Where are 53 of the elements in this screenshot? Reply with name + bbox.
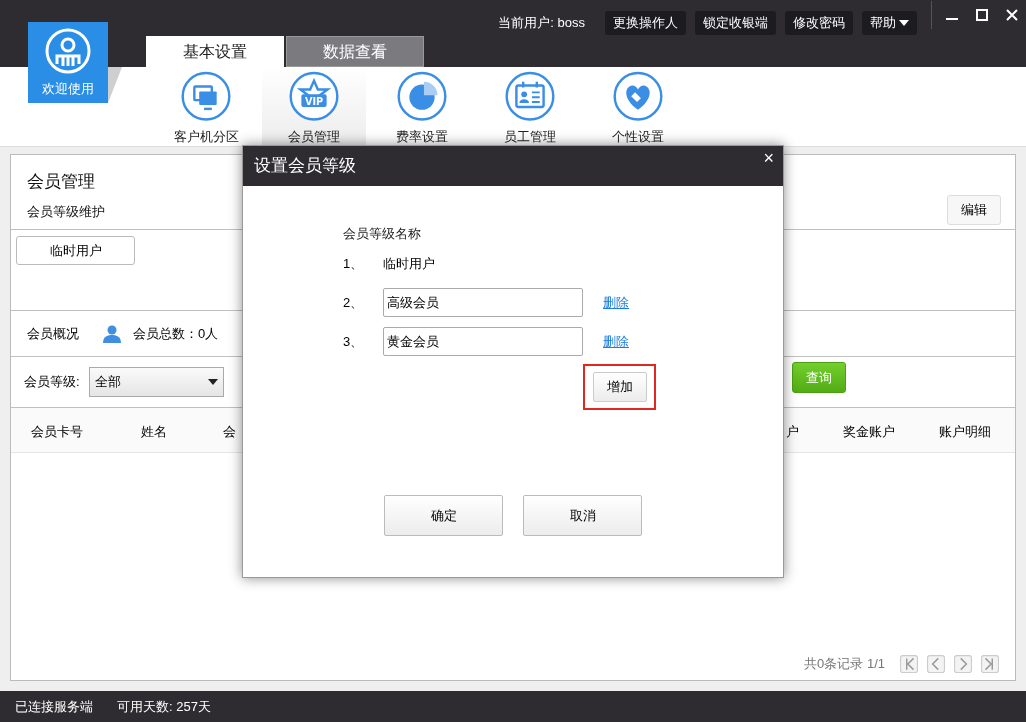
vip-label: VIP	[304, 96, 324, 107]
level-button[interactable]: 临时用户	[16, 236, 135, 265]
ok-button[interactable]: 确定	[384, 495, 503, 536]
row-number: 2、	[343, 293, 365, 312]
logo-text: 欢迎使用	[42, 80, 94, 98]
status-text: 可用天数: 257天	[117, 697, 211, 716]
column-header: 姓名	[141, 423, 167, 441]
status-text: 已连接服务端	[15, 697, 93, 716]
current-user-label: 当前用户: boss	[498, 14, 585, 33]
level-dropdown[interactable]: 全部	[88, 367, 224, 397]
edit-button[interactable]: 编辑	[947, 195, 1001, 225]
overview-label: 会员概况	[27, 324, 79, 343]
next-page-icon[interactable]	[954, 655, 972, 673]
column-label: 会员等级名称	[343, 225, 422, 243]
first-page-icon[interactable]	[900, 655, 918, 673]
previous-page-icon[interactable]	[927, 655, 945, 673]
panel-subtitle: 会员等级维护	[27, 202, 105, 221]
id-card-icon	[504, 71, 556, 122]
toolbar-button[interactable]: 修改密码	[785, 11, 853, 35]
toolbar-button[interactable]: 锁定收银端	[695, 11, 776, 35]
column-header: 会员卡号	[31, 423, 83, 441]
pagination-info: 共0条记录 1/1	[804, 655, 885, 674]
column-header: 奖金账户	[843, 423, 895, 441]
delete-link[interactable]: 删除	[603, 331, 629, 352]
level-name-field[interactable]: 黄金会员	[383, 327, 583, 356]
delete-link[interactable]: 删除	[603, 292, 629, 313]
row-number: 3、	[343, 332, 365, 351]
filter-label: 会员等级:	[24, 373, 80, 392]
last-page-icon[interactable]	[981, 655, 999, 673]
tab[interactable]: 数据查看	[286, 36, 424, 67]
help-button[interactable]: 帮助	[862, 11, 917, 35]
cancel-button[interactable]: 取消	[523, 495, 642, 536]
row-number: 1、	[343, 254, 365, 273]
level-name: 临时用户	[383, 254, 435, 273]
logo-icon	[45, 28, 91, 74]
dropdown-caret-icon	[207, 379, 218, 385]
pie-chart-icon	[396, 71, 448, 122]
monitors-icon	[180, 71, 232, 122]
tab[interactable]: 基本设置	[146, 36, 284, 67]
column-header: 会	[223, 423, 236, 441]
close-button[interactable]: ×	[763, 148, 774, 168]
column-header: 户	[786, 423, 799, 441]
close-icon[interactable]	[1006, 9, 1018, 21]
panel-title: 会员管理	[27, 171, 96, 193]
dialog-title: 设置会员等级	[254, 155, 356, 178]
add-button[interactable]: 增加	[592, 372, 647, 402]
toolbar-button[interactable]: 更换操作人	[605, 11, 686, 35]
person-icon	[103, 324, 121, 343]
member-total: 会员总数：0人	[133, 324, 219, 343]
column-header: 账户明细	[939, 423, 991, 441]
caret-icon	[899, 20, 909, 26]
level-name-field[interactable]: 高级会员	[383, 288, 583, 317]
maximize-icon[interactable]	[976, 9, 988, 21]
